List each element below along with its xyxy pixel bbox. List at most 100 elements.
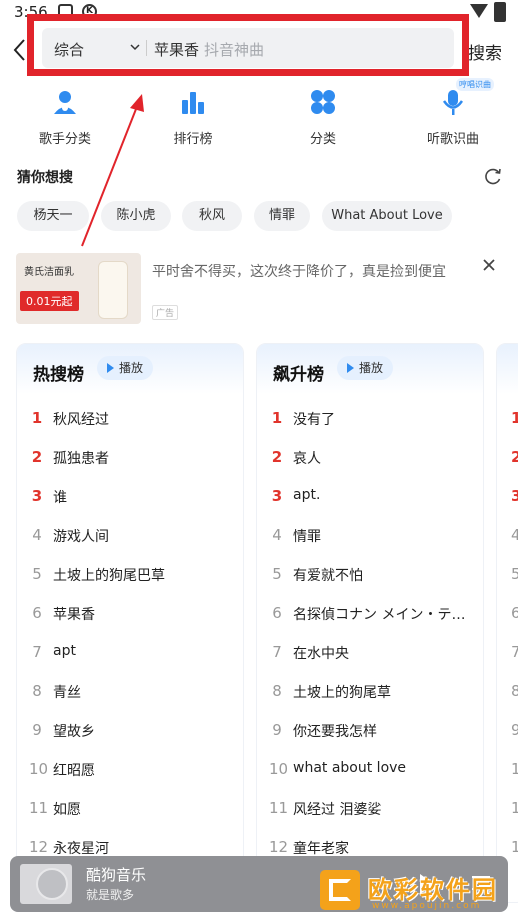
watermark-url: www.apoujin.com — [372, 901, 482, 911]
chart-card-header: 热搜榜 播放 — [17, 344, 243, 394]
rank-number: 8 — [272, 682, 282, 700]
grid-icon — [311, 90, 335, 114]
song-title: 没有了 — [293, 412, 335, 428]
song-title: apt. — [293, 487, 321, 503]
song-title: 你还要我怎样 — [293, 724, 377, 740]
song-title: 游戏人间 — [53, 529, 109, 545]
chart-row[interactable]: 7 apt — [17, 643, 243, 665]
rank-number: 12 — [269, 838, 289, 856]
rank-number: 4 — [511, 526, 518, 544]
rank-number: 6 — [272, 604, 282, 622]
rank-number: 2 — [31, 448, 43, 466]
guess-chip[interactable]: 秋风 — [182, 201, 242, 231]
rank-number: 1 — [31, 409, 43, 427]
play-all-button[interactable]: 播放 — [337, 356, 393, 380]
chart-row[interactable]: 3谁 — [17, 487, 243, 509]
chart-card-partial: 123456789101112 — [496, 343, 518, 903]
song-title: what about love — [293, 760, 407, 776]
chart-row[interactable]: 11 风经过 泪婆娑 — [257, 799, 483, 821]
chart-row[interactable]: 7 在水中央 — [257, 643, 483, 665]
rank-number: 6 — [511, 604, 518, 622]
chart-row[interactable]: 2 孤独患者 — [17, 448, 243, 470]
search-button[interactable]: 搜索 — [468, 39, 502, 64]
ad-image-brand: 黄氏洁面乳 — [24, 267, 74, 278]
chart-row[interactable]: 6 名探偵コナン メイン・テ… — [257, 604, 483, 626]
rank-number: 4 — [272, 526, 282, 544]
close-icon[interactable] — [482, 258, 496, 272]
song-title: 情罪 — [293, 529, 321, 545]
guess-chip[interactable]: 情罪 — [254, 201, 310, 231]
watermark-text: 欧彩软件园 — [368, 876, 498, 904]
play-all-button[interactable]: 播放 — [97, 356, 153, 380]
chart-row[interactable]: 4 情罪 — [257, 526, 483, 548]
rank-number: 7 — [272, 643, 282, 661]
ad-image[interactable]: 黄氏洁面乳 0.01元起 — [16, 253, 141, 324]
back-icon[interactable] — [12, 38, 28, 62]
quick-nav-category[interactable]: 分类 — [268, 84, 378, 147]
song-title: 在水中央 — [293, 646, 349, 662]
rank-number: 12 — [29, 838, 49, 856]
chart-row[interactable]: 1 没有了 — [257, 409, 483, 431]
song-title: 哀人 — [293, 451, 321, 467]
ad-image-price: 0.01元起 — [20, 291, 79, 311]
rank-number: 8 — [511, 682, 518, 700]
chart-row[interactable]: 8 青丝 — [17, 682, 243, 704]
ad-text[interactable]: 平时舍不得买，这次终于降价了，真是捡到便宜 — [152, 261, 446, 281]
song-title: 土坡上的狗尾草 — [293, 685, 391, 701]
chart-card-hot: 热搜榜 播放 1 秋风经过 2 孤独患者 3 谁 4 游戏人间 5 土坡上的狗尾巴草 6 苹果香 7 ap… — [16, 343, 244, 903]
battery-icon — [494, 2, 506, 22]
play-label: 播放 — [118, 361, 143, 375]
song-title: 永夜星河 — [53, 841, 109, 857]
chart-row[interactable]: 6 苹果香 — [17, 604, 243, 626]
chart-row[interactable]: 3 apt. — [257, 487, 483, 509]
chart-row[interactable]: 8 土坡上的狗尾草 — [257, 682, 483, 704]
annotation-arrow — [81, 94, 144, 247]
rank-number: 11 — [269, 799, 289, 817]
song-title: apt — [53, 643, 76, 659]
song-title: 苹果香 — [53, 607, 95, 623]
quick-nav-recognize[interactable]: 听歌识曲 — [398, 84, 508, 147]
chart-row[interactable]: 5 土坡上的狗尾巴草 — [17, 565, 243, 587]
ad-tag: 广告 — [152, 305, 179, 320]
rank-number: 3 — [511, 487, 518, 505]
watermark-logo-icon — [320, 870, 360, 910]
guess-chip[interactable]: What About Love — [322, 201, 452, 231]
rank-number: 5 — [511, 565, 518, 583]
play-icon — [347, 363, 354, 373]
quick-nav-ranking[interactable]: 排行榜 — [138, 84, 248, 147]
chart-row[interactable]: 9 你还要我怎样 — [257, 721, 483, 743]
guess-title: 猜你想搜 — [17, 170, 73, 186]
rank-number: 5 — [32, 565, 42, 583]
rank-number: 7 — [511, 643, 518, 661]
song-title: 青丝 — [53, 685, 81, 701]
bar-chart-icon — [182, 92, 204, 114]
song-title: 孤独患者 — [53, 451, 109, 467]
song-title: 风经过 泪婆娑 — [293, 802, 382, 818]
chart-row[interactable]: 4 游戏人间 — [17, 526, 243, 548]
chart-row[interactable]: 10 what about love — [257, 760, 483, 782]
player-subtitle: 就是歌多 — [86, 888, 135, 902]
chart-row[interactable]: 2 哀人 — [257, 448, 483, 470]
chart-row[interactable]: 5 有爱就不怕 — [257, 565, 483, 587]
chart-row[interactable]: 11 如愿 — [17, 799, 243, 821]
rank-number: 5 — [272, 565, 282, 583]
rank-number: 9 — [272, 721, 282, 739]
chart-row[interactable]: 1 秋风经过 — [17, 409, 243, 431]
singer-icon — [54, 91, 76, 114]
play-label: 播放 — [358, 361, 383, 375]
song-title: 望故乡 — [53, 724, 95, 740]
rank-number: 1 — [271, 409, 283, 427]
chart-row[interactable]: 10 红昭愿 — [17, 760, 243, 782]
chart-row[interactable]: 9 望故乡 — [17, 721, 243, 743]
song-title: 有爱就不怕 — [293, 568, 363, 584]
rank-number: 3 — [31, 487, 43, 505]
rank-number: 11 — [29, 799, 49, 817]
rank-number: 9 — [511, 721, 518, 739]
rank-number: 11 — [511, 799, 518, 817]
album-art — [20, 864, 72, 904]
refresh-icon[interactable] — [483, 166, 503, 186]
chart-card-header: 飙升榜 播放 — [257, 344, 483, 394]
quick-nav-label: 听歌识曲 — [426, 132, 479, 147]
rank-number: 3 — [271, 487, 283, 505]
play-icon — [107, 363, 114, 373]
